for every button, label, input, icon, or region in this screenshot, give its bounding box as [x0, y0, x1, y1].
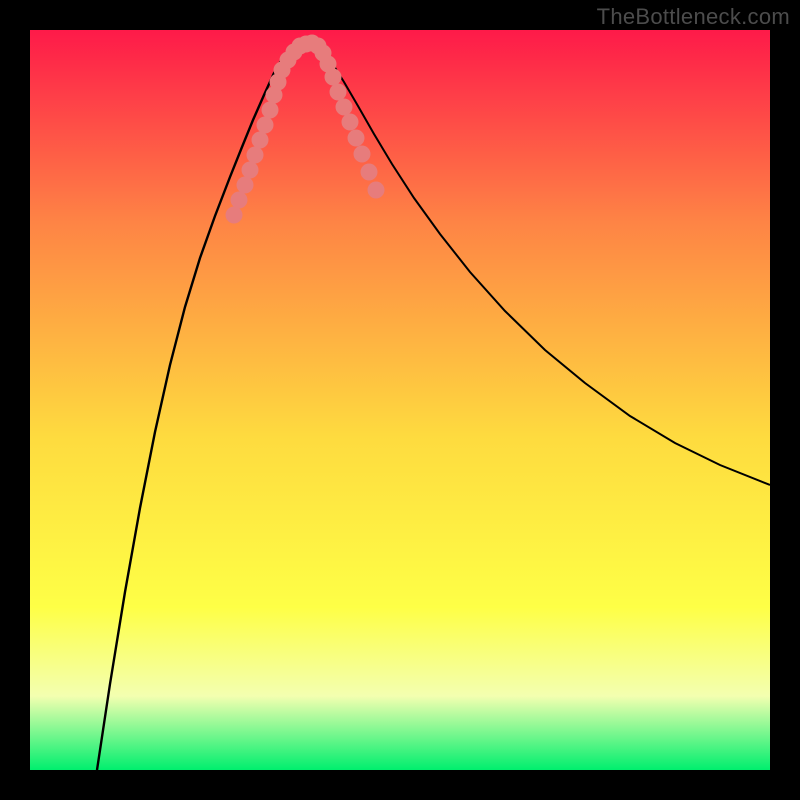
marker-dot: [361, 164, 378, 181]
marker-dot: [226, 207, 243, 224]
bottleneck-curve: [30, 30, 770, 770]
marker-dot: [348, 130, 365, 147]
watermark-text: TheBottleneck.com: [597, 4, 790, 30]
marker-dot: [342, 114, 359, 131]
marker-dot: [231, 192, 248, 209]
marker-dot: [242, 162, 259, 179]
marker-dot: [330, 84, 347, 101]
marker-dot: [325, 69, 342, 86]
plot-area: [30, 30, 770, 770]
marker-dot: [252, 132, 269, 149]
marker-dot: [368, 182, 385, 199]
chart-frame: TheBottleneck.com: [0, 0, 800, 800]
marker-dot: [336, 99, 353, 116]
marker-dot: [237, 177, 254, 194]
marker-dot: [262, 102, 279, 119]
marker-dot: [247, 147, 264, 164]
marker-dot: [354, 146, 371, 163]
marker-dot: [257, 117, 274, 134]
